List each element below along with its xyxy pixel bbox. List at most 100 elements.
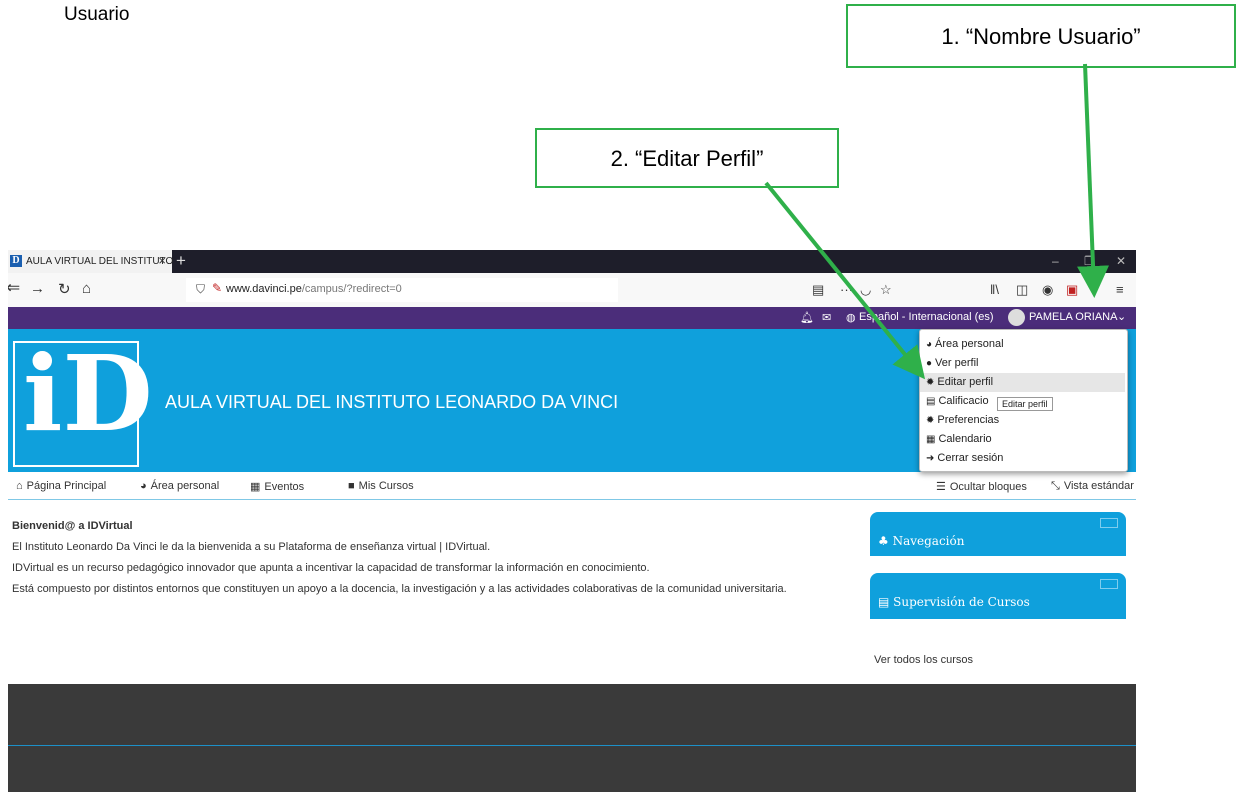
supervision-block[interactable]: ▤ Supervisión de Cursos [870,573,1126,619]
callout-nombre-usuario: 1. “Nombre Usuario” [846,4,1236,68]
avatar[interactable] [1008,309,1025,326]
main-content: Bienvenid@ a IDVirtual El Instituto Leon… [8,500,868,650]
notifications-bell-icon[interactable]: 🔔︎ [800,311,814,324]
standard-view-label: Vista estándar [1063,480,1134,492]
supervision-block-title: ▤ Supervisión de Cursos [878,595,1030,609]
nav-area-personal[interactable]: ◕ Área personal [140,480,219,492]
moodle-top-bar: 🔔︎ ✉ ◍ Español - Internacional (es) PAME… [8,307,1136,329]
user-name-menu[interactable]: PAMELA ORIANA [1029,311,1117,323]
calendar-icon: ▦ [250,481,261,493]
restore-icon[interactable]: ❐ [1084,254,1095,268]
hide-blocks-label: Ocultar bloques [949,481,1027,493]
browser-toolbar: ⇐ → ↻ ⌂ ⛉ ✎ www.davinci.pe/campus/?redir… [8,273,1136,308]
url-path: /campus/?redirect=0 [301,283,402,295]
menu-item-label: Cerrar sesión [937,452,1004,464]
sidebar-icon[interactable]: ◫ [1016,282,1028,298]
chevron-down-icon[interactable]: ⌄ [1117,310,1126,323]
tab-title: AULA VIRTUAL DEL INSTITUTO [26,256,174,267]
menu-item-preferencias[interactable]: ✹ Preferencias [920,411,1125,430]
browser-tab-bar: D AULA VIRTUAL DEL INSTITUTO × + – ❐ ✕ [8,250,1136,273]
reload-icon[interactable]: ↻ [58,280,71,298]
menu-item-label: Área personal [935,338,1004,350]
home-icon: ⌂ [16,480,23,492]
menu-item-calendario[interactable]: ▦ Calendario [920,430,1125,449]
language-selector[interactable]: Español - Internacional (es) [859,311,994,323]
welcome-paragraph-3: Está compuesto por distintos entornos qu… [12,583,787,595]
hamburger-menu-icon[interactable]: ≡ [1116,282,1124,297]
insecure-lock-icon: ✎ [212,281,223,295]
url-bar[interactable]: ⛉ ✎ www.davinci.pe/campus/?redirect=0 [186,278,618,302]
footer-divider [8,745,1136,746]
menu-item-label: Calendario [938,433,992,445]
back-icon[interactable]: ⇐ [8,278,20,298]
menu-item-label: Preferencias [937,414,1000,426]
navigation-block[interactable]: ♣ Navegación [870,512,1126,556]
main-navigation: ⌂ Página Principal ◕ Área personal ▦ Evento… [8,472,1136,500]
site-logo[interactable]: iD [13,332,153,467]
nav-my-courses[interactable]: ■ Mis Cursos [348,480,414,492]
favicon-icon: D [10,255,22,267]
navigation-block-label: Navegación [892,534,965,548]
briefcase-icon: ■ [348,480,355,492]
more-actions-icon[interactable]: ··· [840,282,853,297]
calendar-icon: ▦ [926,434,936,445]
dashboard-icon: ◕ [926,339,933,350]
menu-item-label: Calificacio [938,395,989,407]
pocket-icon[interactable]: ◡ [860,282,871,298]
editar-perfil-tooltip: Editar perfil [997,397,1053,411]
shield-icon: ⛉ [196,282,206,296]
new-tab-button[interactable]: + [176,251,186,271]
sign-out-icon: ➜ [926,453,935,464]
welcome-paragraph-2: IDVirtual es un recurso pedagógico innov… [12,562,650,574]
reader-view-icon[interactable]: ▤ [812,282,824,298]
callout-editar-perfil: 2. “Editar Perfil” [535,128,839,188]
welcome-title: Bienvenid@ a IDVirtual [12,520,133,532]
globe-icon: ◍ [846,312,856,324]
compress-icon: ⤡ [1051,480,1060,492]
user-icon: ● [926,358,933,369]
nav-home[interactable]: ⌂ Página Principal [16,480,106,492]
welcome-paragraph-1: El Instituto Leonardo Da Vinci le da la … [12,541,491,553]
hide-blocks-button[interactable]: ☰ Ocultar bloques [936,480,1027,493]
page-footer [8,684,1136,792]
extension-icon[interactable]: ▣ [1066,282,1078,298]
view-all-courses-link[interactable]: Ver todos los cursos [874,654,973,666]
navigation-block-title: ♣ Navegación [878,534,964,548]
list-icon: ▤ [878,595,894,609]
menu-item-editar-perfil[interactable]: ✹ Editar perfil [920,373,1125,392]
site-title: AULA VIRTUAL DEL INSTITUTO LEONARDO DA V… [165,392,619,412]
block-controls-icon[interactable] [1100,579,1118,589]
menu-item-area-personal[interactable]: ◕ Área personal [920,335,1125,354]
browser-screenshot: D AULA VIRTUAL DEL INSTITUTO × + – ❐ ✕ ⇐… [8,250,1136,792]
supervision-block-label: Supervisión de Cursos [893,595,1030,609]
close-window-icon[interactable]: ✕ [1116,254,1126,268]
bookmark-star-icon[interactable]: ☆ [880,282,892,298]
nav-events[interactable]: ▦ Eventos [250,480,304,493]
url-text: www.davinci.pe/campus/?redirect=0 [226,283,402,295]
minimize-icon[interactable]: – [1052,254,1059,268]
menu-item-cerrar-sesion[interactable]: ➜ Cerrar sesión [920,449,1125,468]
menu-item-label: Editar perfil [937,376,994,388]
block-controls-icon[interactable] [1100,518,1118,528]
cog-icon: ✹ [926,377,935,388]
home-icon[interactable]: ⌂ [82,280,91,297]
menu-item-label: Ver perfil [935,357,979,369]
document-heading: Usuario [64,4,130,25]
nav-home-label: Página Principal [26,480,107,492]
account-icon[interactable]: ◉ [1042,282,1053,298]
library-icon[interactable]: ‖\ [990,282,999,297]
logo-text: iD [23,332,153,455]
cog-icon: ✹ [926,415,935,426]
forward-icon[interactable]: → [30,280,45,297]
nav-courses-label: Mis Cursos [358,480,414,492]
indent-icon: ☰ [936,481,946,493]
nav-area-label: Área personal [150,480,220,492]
table-icon: ▤ [926,396,936,407]
dashboard-icon: ◕ [140,480,147,492]
browser-tab[interactable]: D AULA VIRTUAL DEL INSTITUTO × [8,250,174,273]
standard-view-button[interactable]: ⤡ Vista estándar [1051,480,1134,493]
menu-item-ver-perfil[interactable]: ● Ver perfil [920,354,1125,373]
url-domain: www.davinci.pe [226,283,302,295]
messages-icon[interactable]: ✉ [822,311,831,324]
tab-close-icon[interactable]: × [158,253,166,268]
